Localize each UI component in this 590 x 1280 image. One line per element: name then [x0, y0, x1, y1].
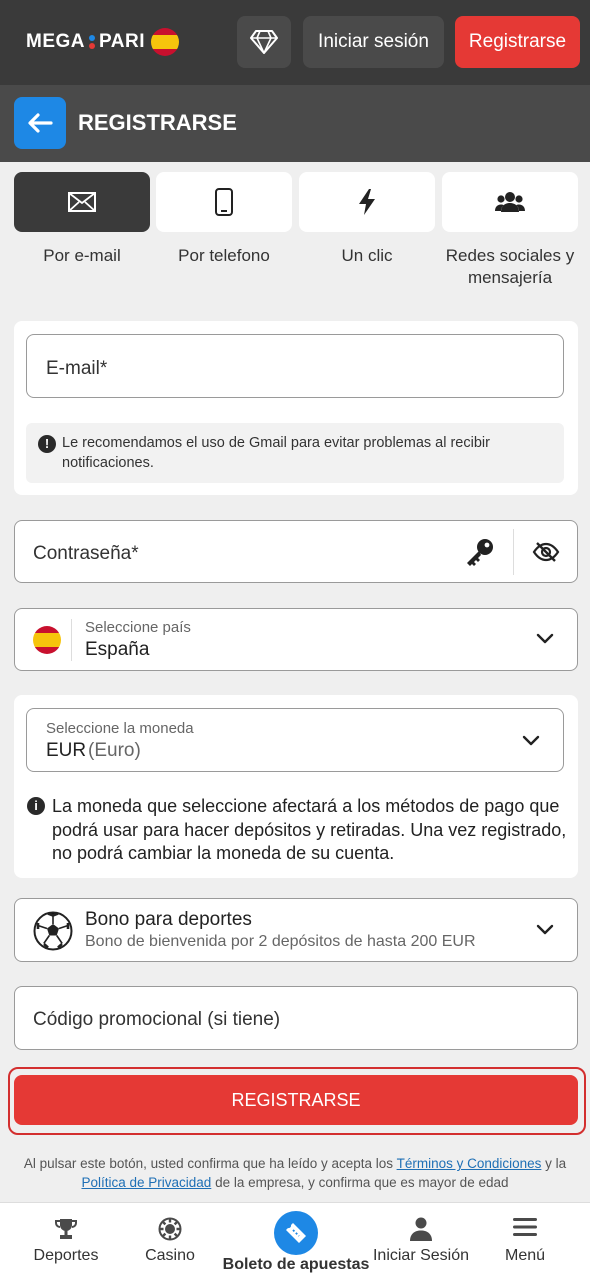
nav-sports[interactable]: Deportes [20, 1203, 112, 1280]
email-hint-text: Le recomendamos el uso de Gmail para evi… [62, 435, 490, 471]
bet-slip-badge [274, 1211, 318, 1255]
chevron-down-icon [536, 633, 554, 644]
legal-notice: Al pulsar este botón, usted confirma que… [14, 1154, 576, 1192]
soccer-ball-icon [33, 911, 73, 951]
password-placeholder: Contraseña* [33, 543, 139, 564]
email-hint-box: ! Le recomendamos el uso de Gmail para e… [26, 423, 564, 483]
nav-bet-slip[interactable]: Boleto de apuestas [223, 1203, 369, 1280]
currency-info-text: La moneda que seleccione afectará a los … [52, 796, 567, 863]
eye-slash-icon [532, 542, 560, 562]
bottom-nav: Deportes Casino Boleto de apuestas Inici… [0, 1202, 590, 1280]
info-icon: i [27, 797, 45, 815]
tab-one-click-label: Un clic [341, 246, 393, 265]
casino-chip-icon [158, 1217, 182, 1241]
password-divider [513, 529, 514, 575]
tab-phone[interactable] [156, 172, 292, 232]
email-placeholder: E-mail* [46, 358, 108, 379]
nav-casino[interactable]: Casino [124, 1203, 216, 1280]
top-bar: MEGA PARI Iniciar sesión Registrarse [0, 0, 590, 85]
tab-social[interactable] [442, 172, 578, 232]
spain-flag-icon [150, 28, 179, 56]
login-button[interactable]: Iniciar sesión [303, 16, 444, 68]
logo-text-right: PARI [99, 31, 145, 52]
country-label: Seleccione país [85, 619, 191, 636]
tab-phone-label: Por telefono [178, 246, 270, 265]
key-icon [467, 539, 493, 566]
logo-separator [88, 34, 96, 50]
logo-text-left: MEGA [26, 31, 85, 52]
generate-password-button[interactable] [465, 538, 495, 571]
back-button[interactable] [14, 97, 66, 149]
country-select[interactable]: Seleccione país España [14, 608, 578, 671]
lightning-icon [359, 189, 375, 215]
email-field[interactable]: E-mail* [26, 334, 564, 398]
trophy-icon [55, 1219, 77, 1239]
legal-text-2: y la [545, 1156, 567, 1171]
nav-menu[interactable]: Menú [480, 1203, 570, 1280]
country-divider [71, 619, 72, 661]
currency-label: Seleccione la moneda [46, 720, 194, 737]
submit-register-button[interactable]: REGISTRARSE [14, 1075, 578, 1125]
legal-text-1: Al pulsar este botón, usted confirma que… [23, 1156, 394, 1171]
country-value: España [85, 639, 150, 660]
chevron-down-icon [522, 735, 540, 746]
legal-text-3: de la empresa, y confirma que es mayor d… [215, 1175, 509, 1190]
hamburger-icon [513, 1218, 537, 1236]
phone-icon [215, 188, 233, 216]
arrow-left-icon [28, 113, 53, 133]
ticket-icon [286, 1223, 306, 1243]
diamond-icon [250, 30, 278, 54]
bonus-subtitle: Bono de bienvenida por 2 depósitos de ha… [85, 933, 476, 950]
tab-email[interactable] [14, 172, 150, 232]
nav-login[interactable]: Iniciar Sesión [372, 1203, 470, 1280]
bonus-title: Bono para deportes [85, 909, 252, 930]
currency-select[interactable]: Seleccione la moneda EUR (Euro) [26, 708, 564, 772]
page-header: REGISTRARSE [0, 85, 590, 162]
nav-casino-label: Casino [145, 1247, 195, 1264]
promo-code-placeholder: Código promocional (si tiene) [33, 1009, 281, 1030]
bonus-select[interactable]: Bono para deportes Bono de bienvenida po… [14, 898, 578, 962]
envelope-icon [68, 192, 96, 212]
megapari-logo[interactable]: MEGA PARI [26, 26, 179, 58]
promo-code-field[interactable]: Código promocional (si tiene) [14, 986, 578, 1050]
tab-one-click[interactable] [299, 172, 435, 232]
nav-login-label: Iniciar Sesión [372, 1247, 470, 1264]
toggle-visibility-button[interactable] [532, 541, 560, 568]
nav-sports-label: Deportes [33, 1247, 99, 1264]
diamond-button[interactable] [237, 16, 291, 68]
spain-flag-icon [33, 626, 61, 654]
exclamation-icon: ! [38, 435, 56, 453]
terms-link[interactable]: Términos y Condiciones [397, 1156, 542, 1171]
password-field[interactable]: Contraseña* [14, 520, 578, 583]
chevron-down-icon [536, 924, 554, 935]
page-title: REGISTRARSE [78, 110, 237, 135]
tab-email-label: Por e-mail [43, 246, 121, 265]
tab-social-label: Redes sociales y mensajería [445, 246, 575, 287]
currency-name: (Euro) [88, 740, 141, 761]
nav-bet-slip-label: Boleto de apuestas [222, 1256, 370, 1273]
nav-menu-label: Menú [504, 1247, 546, 1264]
currency-code: EUR [46, 740, 87, 761]
register-button[interactable]: Registrarse [455, 16, 580, 68]
users-icon [495, 192, 525, 212]
privacy-link[interactable]: Política de Privacidad [81, 1175, 211, 1190]
user-icon [410, 1217, 432, 1241]
